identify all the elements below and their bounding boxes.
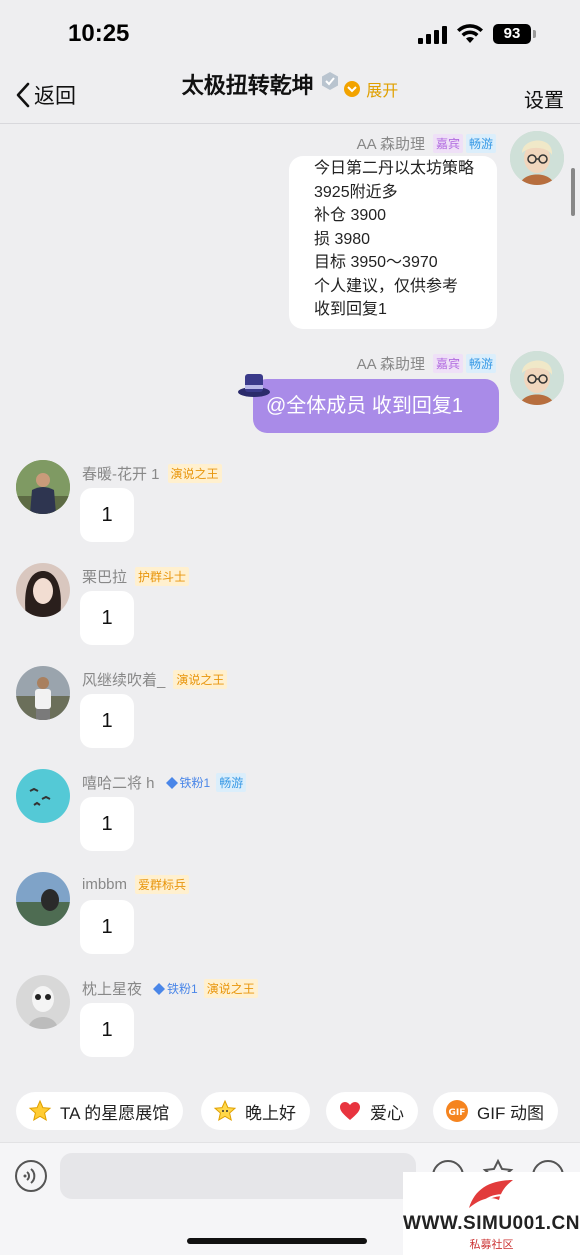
message-line: 损 3980 [314, 230, 371, 248]
message-bubble[interactable]: 1 [80, 488, 134, 542]
quick-action-label: 晚上好 [245, 1103, 296, 1123]
quick-action-label: TA 的星愿展馆 [60, 1103, 170, 1123]
wifi-icon [456, 23, 484, 50]
sender-name[interactable]: 栗巴拉 [82, 566, 127, 587]
gif-icon: GIF [445, 1099, 469, 1123]
sender-line-member-1: 春暖-花开 1 演说之王 [82, 463, 222, 484]
message-bubble[interactable]: 1 [80, 694, 134, 748]
avatar-member-2[interactable] [16, 563, 70, 617]
battery-tip-icon [533, 30, 536, 38]
group-title-area: 太极扭转乾坤 展开 [0, 68, 580, 101]
avatar-member-4[interactable] [16, 769, 70, 823]
avatar-bot-assistant[interactable] [510, 351, 564, 405]
expand-label: 展开 [366, 83, 399, 100]
message-line: 目标 3950～3970 [314, 254, 438, 271]
home-indicator[interactable] [187, 1238, 367, 1244]
top-hat-icon [237, 370, 271, 403]
sender-line-member-3: 风继续吹着_ 演说之王 [82, 669, 228, 690]
message-line: 收到回复1 [314, 301, 387, 318]
avatar-member-6[interactable] [16, 975, 70, 1029]
sender-line-member-2: 栗巴拉 护群斗士 [82, 566, 190, 587]
avatar-member-5[interactable] [16, 872, 70, 926]
settings-button[interactable]: 设置 [524, 84, 564, 113]
sender-name[interactable]: AA 森助理 [357, 353, 425, 374]
heart-icon [338, 1099, 362, 1123]
diamond-icon [165, 776, 178, 789]
watermark-subtitle: 私募社区 [469, 1239, 514, 1251]
svg-text:GIF: GIF [449, 1108, 466, 1118]
sender-name[interactable]: 风继续吹着_ [82, 669, 165, 690]
status-time: 10:25 [68, 20, 130, 47]
battery-level: 93 [493, 24, 531, 44]
quick-action-star-gallery[interactable]: TA 的星愿展馆 [16, 1092, 184, 1130]
message-input[interactable] [60, 1153, 416, 1199]
sender-line-member-6: 枕上星夜 铁粉1 演说之王 [82, 978, 258, 999]
guest-badge: 嘉宾 [432, 354, 463, 373]
message-bubble[interactable]: 1 [80, 1003, 134, 1057]
watermark-icon [469, 1180, 513, 1208]
sender-line-bot-2: AA 森助理 嘉宾 畅游 [357, 353, 496, 374]
quick-action-gif[interactable]: GIF GIF 动图 [433, 1092, 559, 1130]
fan-badge-label: 铁粉1 [167, 982, 198, 996]
sender-line-bot-1: AA 森助理 嘉宾 畅游 [357, 133, 496, 154]
vip-badge: 畅游 [465, 354, 496, 373]
scrollbar-thumb[interactable] [571, 168, 575, 216]
sender-name[interactable]: 春暖-花开 1 [82, 463, 160, 484]
message-line: 个人建议，仅供参考 [314, 277, 459, 295]
strategy-message-bubble[interactable]: 今日第二丹以太坊策略 3925附近多 补仓 3900 损 3980 目标 395… [289, 156, 497, 329]
message-line: 3925附近多 [314, 183, 398, 201]
expand-button[interactable]: 展开 [344, 77, 398, 101]
sender-name[interactable]: 嘻哈二将 h [82, 772, 155, 793]
vip-badge: 畅游 [465, 134, 496, 153]
quick-action-label: 爱心 [370, 1103, 404, 1123]
avatar-member-1[interactable] [16, 460, 70, 514]
message-line: 补仓 3900 [314, 207, 387, 224]
sender-name[interactable]: 枕上星夜 [82, 978, 142, 999]
watermark-text: WWW.SIMU001.CN [403, 1213, 580, 1234]
cellular-signal-icon [418, 26, 448, 49]
voice-input-icon[interactable] [15, 1160, 47, 1192]
status-bar: 10:25 93 [0, 0, 580, 70]
title-badge: 演说之王 [173, 670, 228, 689]
message-bubble[interactable]: 1 [80, 797, 134, 851]
avatar-member-3[interactable] [16, 666, 70, 720]
group-title[interactable]: 太极扭转乾坤 [182, 68, 314, 100]
diamond-icon [153, 982, 166, 995]
message-bubble[interactable]: 1 [80, 591, 134, 645]
quick-action-label: GIF 动图 [477, 1103, 545, 1123]
message-line: 今日第二丹以太坊策略 [314, 160, 475, 177]
sender-line-member-5: imbbm 爱群标兵 [82, 875, 190, 894]
fan-badge-label: 铁粉1 [179, 776, 211, 790]
quick-action-good-evening[interactable]: 晚上好 [201, 1092, 310, 1130]
message-bubble[interactable]: 1 [80, 900, 134, 954]
watermark-logo: WWW.SIMU001.CN 私募社区 [403, 1172, 580, 1255]
sender-line-member-4: 嘻哈二将 h 铁粉1 畅游 [82, 772, 247, 793]
sender-name[interactable]: AA 森助理 [357, 133, 425, 154]
sender-name[interactable]: imbbm [82, 876, 127, 893]
quick-action-heart[interactable]: 爱心 [326, 1092, 418, 1130]
title-badge: 演说之王 [203, 979, 258, 998]
title-badge: 护群斗士 [135, 567, 190, 586]
verified-badge-icon [320, 71, 340, 97]
title-badge: 爱群标兵 [135, 875, 190, 894]
guest-badge: 嘉宾 [432, 134, 463, 153]
fan-badge: 铁粉1 [163, 773, 214, 792]
avatar-bot-assistant[interactable] [510, 131, 564, 185]
title-badge: 演说之王 [167, 464, 222, 483]
mention-all-message-bubble[interactable]: @全体成员 收到回复1 [253, 379, 499, 433]
fan-badge: 铁粉1 [150, 979, 201, 998]
vip-badge: 畅游 [216, 773, 247, 792]
star-icon [28, 1099, 52, 1123]
chevron-down-icon [344, 81, 361, 97]
smile-star-icon [213, 1099, 237, 1123]
chat-header: 返回 太极扭转乾坤 展开 设置 [0, 62, 580, 124]
